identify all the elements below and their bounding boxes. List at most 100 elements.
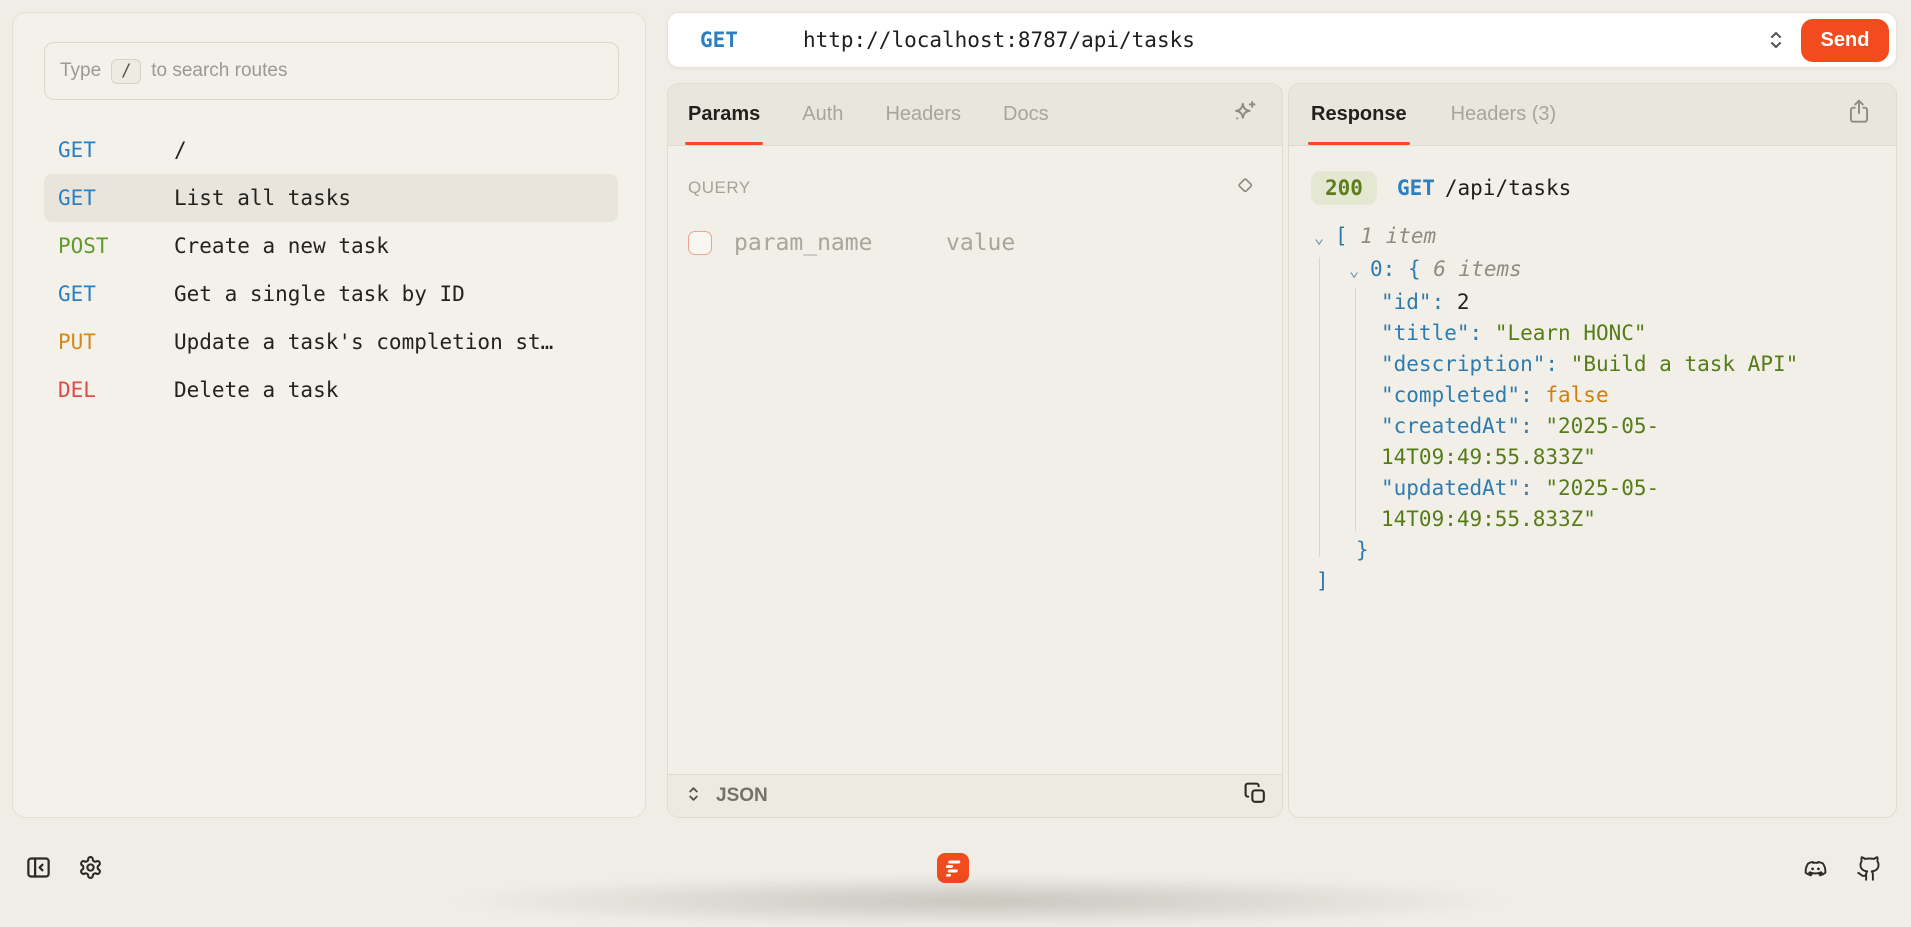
request-body-footer: JSON <box>668 774 1282 817</box>
json-line: ] <box>1309 566 1886 597</box>
json-token-bool: false <box>1533 383 1609 407</box>
route-item[interactable]: DELDelete a task <box>44 366 618 414</box>
json-token-pun: : <box>1520 476 1533 500</box>
json-token-key: "createdAt" <box>1381 414 1520 438</box>
json-token-num: 2 <box>1444 290 1469 314</box>
route-name: Create a new task <box>174 234 389 258</box>
json-token-str: 14T09:49:55.833Z" <box>1381 445 1596 469</box>
route-name: Get a single task by ID <box>174 282 465 306</box>
slash-keycap: / <box>111 59 141 84</box>
route-method-badge: POST <box>58 234 174 258</box>
route-name: List all tasks <box>174 186 351 210</box>
json-token-key: 0 <box>1370 257 1383 281</box>
json-token-pun: : <box>1432 290 1445 314</box>
json-token-key: "updatedAt" <box>1381 476 1520 500</box>
url-input[interactable]: http://localhost:8787/api/tasks <box>803 28 1563 52</box>
route-method-badge: GET <box>58 138 174 162</box>
route-method-badge: GET <box>58 282 174 306</box>
json-token-key: "id" <box>1381 290 1432 314</box>
body-format-select[interactable]: JSON <box>716 785 768 807</box>
json-line: 14T09:49:55.833Z" <box>1309 442 1886 473</box>
response-status-row: 200 GET /api/tasks <box>1311 171 1896 205</box>
json-line: ⌄0: { 6 items <box>1309 254 1886 287</box>
tab-headers[interactable]: Headers <box>885 84 961 145</box>
tab-docs[interactable]: Docs <box>1003 84 1049 145</box>
json-line: } <box>1309 535 1886 566</box>
json-token-pun: [ <box>1335 224 1348 248</box>
tab-headers-3[interactable]: Headers (3) <box>1451 84 1557 145</box>
collapse-caret-icon[interactable]: ⌄ <box>1349 256 1370 287</box>
json-line: "description": "Build a task API" <box>1309 349 1886 380</box>
route-item[interactable]: POSTCreate a new task <box>44 222 618 270</box>
json-token-pun: : <box>1470 321 1483 345</box>
json-line: "createdAt": "2025-05- <box>1309 411 1886 442</box>
request-tabs: Params Auth Headers Docs <box>668 84 1282 146</box>
route-item[interactable]: GET/ <box>44 126 618 174</box>
route-name: Delete a task <box>174 378 338 402</box>
response-tabs: Response Headers (3) <box>1289 84 1896 146</box>
json-token-key: "description" <box>1381 352 1545 376</box>
json-token-pun: { <box>1395 257 1420 281</box>
param-enabled-checkbox[interactable] <box>688 231 712 255</box>
method-stepper-icon[interactable] <box>1767 29 1785 51</box>
json-token-str: 14T09:49:55.833Z" <box>1381 507 1596 531</box>
json-token-key: "title" <box>1381 321 1470 345</box>
tab-params[interactable]: Params <box>688 84 760 145</box>
response-path-label: /api/tasks <box>1445 176 1571 200</box>
collapse-caret-icon[interactable]: ⌄ <box>1314 223 1335 254</box>
request-url-bar: GET http://localhost:8787/api/tasks Send <box>667 12 1897 68</box>
json-token-str: "Build a task API" <box>1558 352 1798 376</box>
search-prefix-label: Type <box>60 60 101 82</box>
routes-sidebar: Type / to search routes GET/GETList all … <box>12 12 646 818</box>
json-line: "completed": false <box>1309 380 1886 411</box>
json-token-pun: : <box>1520 414 1533 438</box>
params-tab-content: QUERY param_name value <box>668 146 1282 774</box>
route-name: / <box>174 138 187 162</box>
indent-guide <box>1319 257 1320 557</box>
json-token-str: "Learn HONC" <box>1482 321 1646 345</box>
param-value-input[interactable]: value <box>946 230 1015 256</box>
github-icon[interactable] <box>1856 855 1883 887</box>
query-section-label: QUERY <box>688 178 751 198</box>
response-panel: Response Headers (3) 200 GET /api/tasks ⌄… <box>1288 83 1897 818</box>
query-param-row: param_name value <box>688 230 1282 256</box>
route-search-input[interactable]: Type / to search routes <box>44 42 619 100</box>
discord-icon[interactable] <box>1802 855 1829 887</box>
format-stepper-icon[interactable] <box>686 784 701 809</box>
fiberplane-logo[interactable] <box>937 853 969 883</box>
response-method-label: GET <box>1397 176 1435 200</box>
tab-response[interactable]: Response <box>1311 84 1407 145</box>
json-line: 14T09:49:55.833Z" <box>1309 504 1886 535</box>
json-line: "updatedAt": "2025-05- <box>1309 473 1886 504</box>
param-name-input[interactable]: param_name <box>734 230 946 256</box>
routes-list: GET/GETList all tasksPOSTCreate a new ta… <box>44 126 618 414</box>
share-icon[interactable] <box>1846 98 1872 131</box>
route-name: Update a task's completion st… <box>174 330 553 354</box>
diamond-clear-icon[interactable] <box>1232 172 1258 203</box>
response-body: 200 GET /api/tasks ⌄[ 1 item ⌄0: { 6 item… <box>1289 146 1896 597</box>
send-button[interactable]: Send <box>1801 19 1889 62</box>
route-method-badge: DEL <box>58 378 174 402</box>
route-item[interactable]: PUTUpdate a task's completion st… <box>44 318 618 366</box>
ai-sparkle-icon[interactable] <box>1230 98 1258 131</box>
tab-auth[interactable]: Auth <box>802 84 843 145</box>
route-item[interactable]: GETList all tasks <box>44 174 618 222</box>
status-badge: 200 <box>1311 171 1377 205</box>
route-method-badge: GET <box>58 186 174 210</box>
settings-gear-icon[interactable] <box>78 855 103 885</box>
route-item[interactable]: GETGet a single task by ID <box>44 270 618 318</box>
request-panel: Params Auth Headers Docs QUERY param_name v… <box>667 83 1283 818</box>
json-token-key: "completed" <box>1381 383 1520 407</box>
json-token-str: "2025-05- <box>1533 476 1659 500</box>
indent-guide <box>1355 288 1356 531</box>
method-select[interactable]: GET <box>700 28 738 52</box>
response-json: ⌄[ 1 item ⌄0: { 6 items "id": 2 "title": "L… <box>1309 221 1886 597</box>
json-token-meta: 1 item <box>1348 224 1437 248</box>
json-line: "title": "Learn HONC" <box>1309 318 1886 349</box>
copy-icon[interactable] <box>1243 781 1268 811</box>
json-token-pun: ] <box>1316 569 1329 593</box>
route-method-badge: PUT <box>58 330 174 354</box>
search-suffix-label: to search routes <box>151 60 287 82</box>
panel-collapse-icon[interactable] <box>25 854 52 886</box>
status-bar <box>0 818 1911 901</box>
